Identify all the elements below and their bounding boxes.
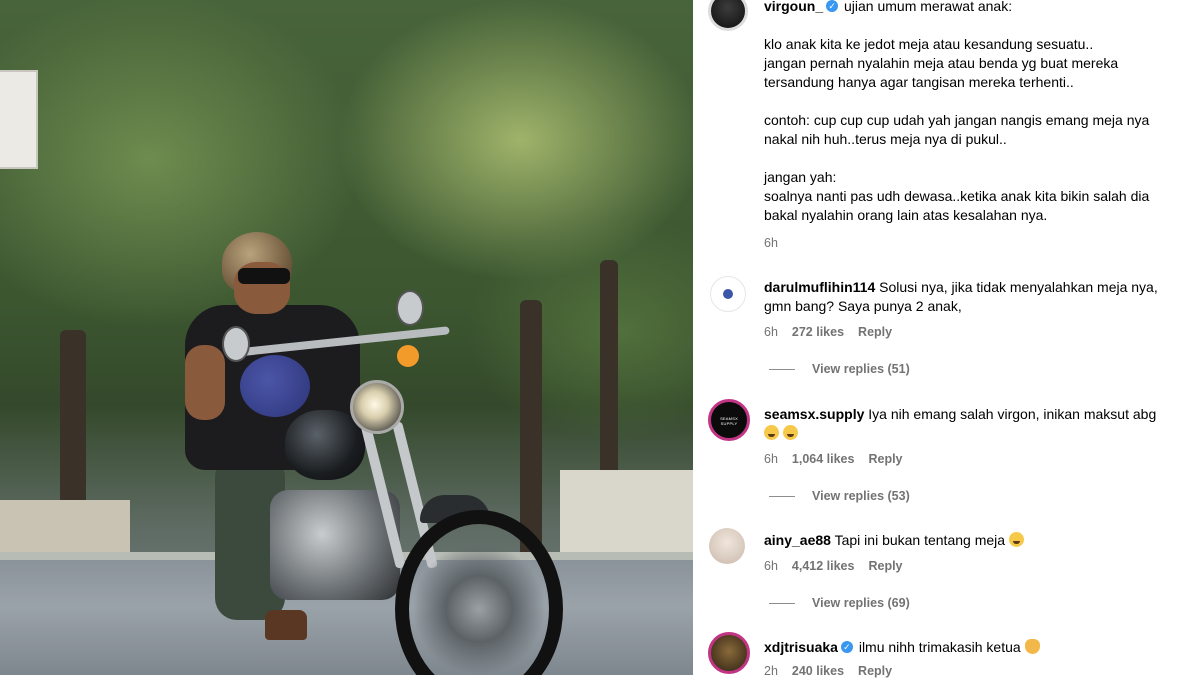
caption-line: bakal nyalahin orang lain atas kesalahan… [764,207,1048,223]
street-sign [0,70,38,169]
verified-badge-icon: ✓ [840,641,853,654]
verified-badge-icon: ✓ [826,0,839,13]
headlight [350,380,404,434]
sunglasses [238,268,290,284]
reply-button[interactable]: Reply [858,664,892,678]
comment-item: xdjtrisuaka ✓ ilmu nihh trimakasih ketua [764,638,1189,657]
comment-item: darulmuflihin114 Solusi nya, jika tidak … [764,278,1189,316]
likes-count[interactable]: 272 likes [792,325,844,339]
caption-line: contoh: cup cup cup udah yah jangan nang… [764,112,1150,128]
avatar[interactable] [709,528,745,564]
right-mirror [396,290,424,326]
view-replies-label: View replies (69) [812,596,910,610]
reply-button[interactable]: Reply [858,325,892,339]
comment-username[interactable]: xdjtrisuaka [764,639,838,655]
comment-text: Solusi nya, jika tidak menyalahkan meja … [879,279,1158,295]
comment-meta: 6h 1,064 likes Reply [764,452,903,466]
background-wall [0,500,130,555]
post-photo[interactable] [0,0,693,675]
caption-opening: ujian umum merawat anak: [844,0,1013,14]
comment-username[interactable]: ainy_ae88 [764,532,831,548]
grinning-sweat-icon [782,425,798,440]
reply-button[interactable]: Reply [868,559,902,573]
rider-arm [185,345,225,420]
comment-username[interactable]: seamsx.supply [764,406,864,422]
comment-meta: 6h 272 likes Reply [764,325,892,339]
divider-line [769,496,795,498]
caption-header: virgoun_ ✓ ujian umum merawat anak: [764,0,1184,16]
likes-count[interactable]: 1,064 likes [792,452,855,466]
comment-time: 2h [764,664,778,678]
grinning-sweat-icon [1008,532,1024,547]
caption-line: jangan pernah nyalahin meja atau benda y… [764,55,1119,71]
left-mirror [222,326,250,362]
tree-trunk [520,300,542,560]
avatar[interactable] [710,276,746,312]
divider-line [769,369,795,371]
view-replies-button[interactable]: View replies (53) [769,489,910,503]
comment-time: 6h [764,559,778,573]
divider-line [769,603,795,605]
caption-line: tersandung hanya agar tangisan mereka te… [764,74,1074,90]
avatar[interactable] [708,0,748,31]
view-replies-label: View replies (51) [812,362,910,376]
comment-text: gmn bang? Saya punya 2 anak, [764,298,962,314]
emblem-logo-icon [723,289,733,299]
caption-line: soalnya nanti pas udh dewasa..ketika ana… [764,188,1150,204]
likes-count[interactable]: 4,412 likes [792,559,855,573]
comments-panel[interactable]: virgoun_ ✓ ujian umum merawat anak: klo a… [693,0,1200,678]
clapping-hands-icon [1024,639,1040,654]
caption-line: jangan yah: [764,169,837,185]
comment-text: Iya nih emang salah virgon, inikan maksu… [868,406,1157,422]
rider-boot [265,610,307,640]
comment-text: Tapi ini bukan tentang meja [834,532,1006,548]
view-replies-button[interactable]: View replies (51) [769,362,910,376]
caption-line: nakal nih huh..terus meja nya di pukul.. [764,131,1007,147]
blue-bag [240,355,310,417]
view-replies-button[interactable]: View replies (69) [769,596,910,610]
turn-signal [397,345,419,367]
likes-count[interactable]: 240 likes [792,664,844,678]
comment-text: ilmu nihh trimakasih ketua [858,639,1021,655]
comment-time: 6h [764,452,778,466]
caption-body: klo anak kita ke jedot meja atau kesandu… [764,35,1194,225]
background-wall [560,470,693,560]
caption-timestamp: 6h [764,236,778,250]
comment-item: ainy_ae88 Tapi ini bukan tentang meja [764,531,1189,550]
rolling-laughing-icon [764,425,779,440]
comment-item: seamsx.supply Iya nih emang salah virgon… [764,405,1189,443]
comment-time: 6h [764,325,778,339]
avatar[interactable]: SEAMSX SUPPLY [708,399,750,441]
caption-line: klo anak kita ke jedot meja atau kesandu… [764,36,1094,52]
caption-username[interactable]: virgoun_ [764,0,823,14]
avatar[interactable] [708,632,750,674]
reply-button[interactable]: Reply [868,452,902,466]
comment-username[interactable]: darulmuflihin114 [764,279,875,295]
comment-meta: 6h 4,412 likes Reply [764,559,903,573]
view-replies-label: View replies (53) [812,489,910,503]
avatar-logo-text: SEAMSX SUPPLY [720,416,738,426]
comment-meta: 2h 240 likes Reply [764,664,892,678]
